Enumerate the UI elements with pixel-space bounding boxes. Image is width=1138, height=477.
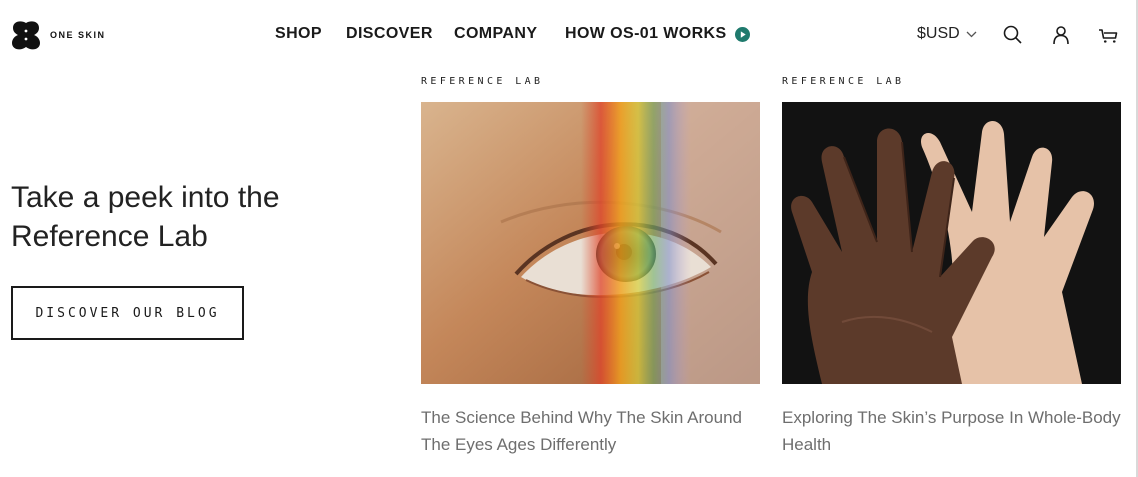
nav-how-it-works[interactable]: HOW OS-01 WORKS	[565, 24, 750, 44]
brand-logo[interactable]: ONE SKIN	[10, 19, 106, 51]
search-icon[interactable]	[1002, 24, 1024, 46]
card-category: REFERENCE LAB	[782, 76, 905, 87]
chevron-down-icon	[966, 31, 977, 37]
cart-icon[interactable]	[1097, 24, 1119, 46]
oneskin-logo-icon	[12, 21, 40, 50]
nav-how-label: HOW OS-01 WORKS	[565, 25, 727, 42]
nav-shop[interactable]: SHOP	[275, 24, 322, 44]
card-title[interactable]: Exploring The Skin’s Purpose In Whole-Bo…	[782, 404, 1121, 458]
nav-discover[interactable]: DISCOVER	[346, 24, 433, 44]
hero-title: Take a peek into the Reference Lab	[11, 181, 280, 253]
hands-image[interactable]	[782, 102, 1121, 384]
brand-name: ONE SKIN	[50, 30, 106, 40]
discover-blog-button[interactable]: DISCOVER OUR BLOG	[11, 286, 244, 340]
currency-selector[interactable]: $USD	[917, 25, 977, 43]
site-header: ONE SKIN SHOP DISCOVER COMPANY HOW OS-01…	[0, 0, 1138, 70]
eye-rainbow-image[interactable]	[421, 102, 760, 384]
card-title[interactable]: The Science Behind Why The Skin Around T…	[421, 404, 760, 458]
card-category: REFERENCE LAB	[421, 76, 544, 87]
currency-label: $USD	[917, 25, 960, 42]
play-circle-icon	[734, 26, 750, 42]
account-icon[interactable]	[1050, 24, 1072, 46]
nav-company[interactable]: COMPANY	[454, 24, 537, 44]
article-card[interactable]: REFERENCE LAB Exploring The Skin’s Purpo…	[782, 74, 1121, 458]
article-card[interactable]: REFERENCE LAB The Science Behind Why The…	[421, 74, 760, 458]
